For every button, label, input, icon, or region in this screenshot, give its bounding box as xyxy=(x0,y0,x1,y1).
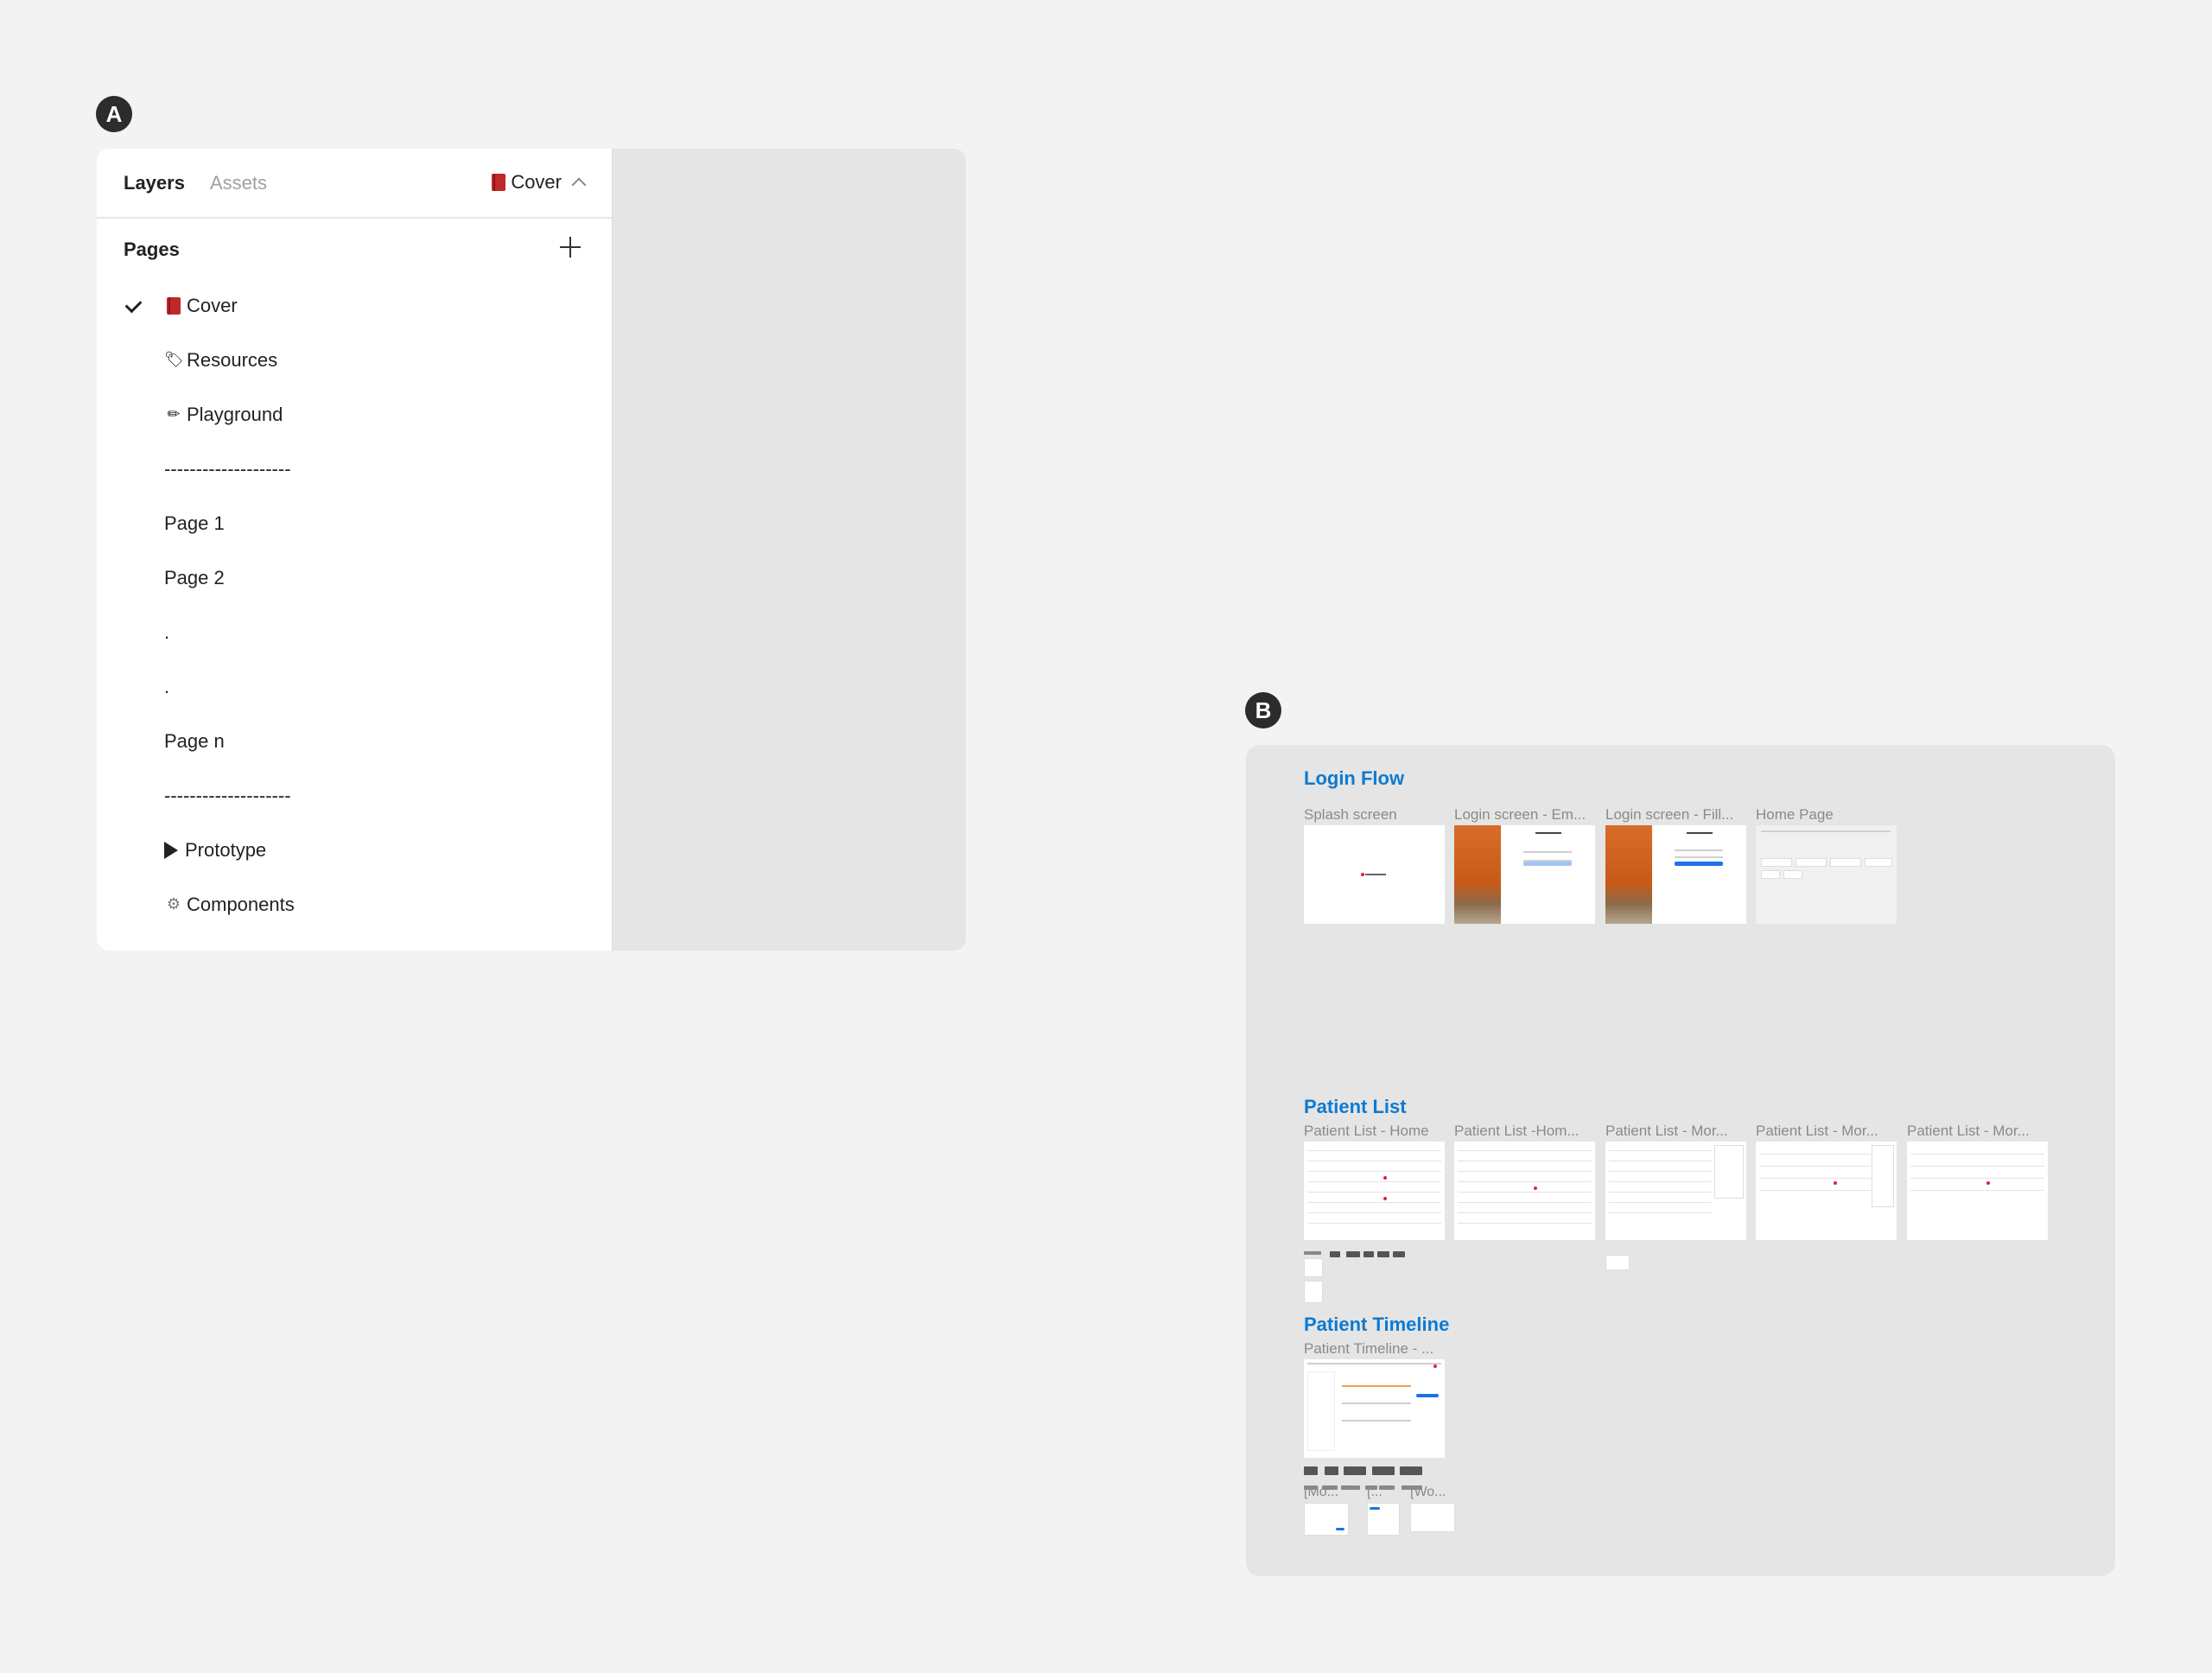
page-label: Page n xyxy=(164,729,225,752)
page-label: Page 1 xyxy=(164,512,225,534)
section-title-patient-list[interactable]: Patient List xyxy=(1304,1096,1407,1118)
page-item-dot[interactable]: . xyxy=(97,605,612,659)
component-chip[interactable] xyxy=(1363,1251,1374,1257)
frame-label[interactable]: Login screen - Em... xyxy=(1454,806,1594,824)
component-chip[interactable] xyxy=(1346,1251,1360,1257)
component-thumbnail[interactable] xyxy=(1304,1258,1323,1277)
frame-thumbnail[interactable] xyxy=(1454,825,1595,924)
page-label: . xyxy=(164,620,170,643)
component-thumbnail[interactable] xyxy=(1304,1503,1349,1536)
chevron-up-icon xyxy=(571,177,587,193)
page-label: -------------------- xyxy=(164,457,291,480)
page-item-divider[interactable]: -------------------- xyxy=(97,768,612,823)
page-label: Cover xyxy=(187,294,238,316)
component-thumbnail[interactable] xyxy=(1410,1503,1455,1532)
frame-label[interactable]: [Wo... xyxy=(1410,1485,1446,1500)
figma-layers-panel-preview: Layers Assets Cover Pages Cover 🏷 Resour… xyxy=(97,149,966,951)
frame-label[interactable]: Patient List - Home xyxy=(1304,1123,1444,1140)
component-chip[interactable] xyxy=(1372,1466,1395,1475)
tab-assets[interactable]: Assets xyxy=(210,172,267,194)
component-thumbnail[interactable] xyxy=(1304,1281,1323,1303)
page-item-cover[interactable]: Cover xyxy=(97,278,612,333)
page-label: Playground xyxy=(187,403,283,425)
frame-thumbnail[interactable] xyxy=(1756,1142,1897,1240)
component-thumbnail[interactable] xyxy=(1367,1503,1400,1536)
component-chip[interactable] xyxy=(1393,1251,1405,1257)
component-chip[interactable] xyxy=(1330,1251,1340,1257)
book-icon xyxy=(164,296,183,315)
page-label: -------------------- xyxy=(164,784,291,806)
component-chip[interactable] xyxy=(1400,1466,1422,1475)
book-icon xyxy=(492,174,506,191)
page-item-divider[interactable]: -------------------- xyxy=(97,442,612,496)
page-label: Prototype xyxy=(185,838,267,861)
frame-thumbnail[interactable] xyxy=(1304,1142,1445,1240)
frame-label[interactable]: Patient List - Mor... xyxy=(1756,1123,1896,1140)
frame-thumbnail[interactable] xyxy=(1304,825,1445,924)
page-item-resources[interactable]: 🏷 Resources xyxy=(97,333,612,387)
page-item-page-1[interactable]: Page 1 xyxy=(97,496,612,550)
page-label: Resources xyxy=(187,348,278,371)
page-item-page-n[interactable]: Page n xyxy=(97,714,612,768)
frame-label[interactable]: Patient List -Hom... xyxy=(1454,1123,1594,1140)
page-item-playground[interactable]: ✏ Playground xyxy=(97,387,612,442)
frame-label[interactable]: [Mo... xyxy=(1304,1485,1338,1500)
component-chip[interactable] xyxy=(1304,1251,1321,1255)
section-title-patient-timeline[interactable]: Patient Timeline xyxy=(1304,1314,1449,1336)
current-page-dropdown[interactable]: Cover xyxy=(492,171,587,194)
section-title-login-flow[interactable]: Login Flow xyxy=(1304,767,1404,790)
component-thumbnail[interactable] xyxy=(1605,1255,1630,1270)
canvas-overview: Login Flow Splash screen Login screen - … xyxy=(1246,745,2115,1576)
component-chip[interactable] xyxy=(1304,1466,1318,1475)
pages-list: Cover 🏷 Resources ✏ Playground ---------… xyxy=(97,278,612,932)
page-item-page-2[interactable]: Page 2 xyxy=(97,550,612,605)
frame-label[interactable]: Patient Timeline - ... xyxy=(1304,1340,1444,1358)
pages-heading: Pages xyxy=(124,239,180,260)
frame-thumbnail[interactable] xyxy=(1304,1359,1445,1458)
section-b-badge: B xyxy=(1245,692,1281,728)
frame-label[interactable]: [... xyxy=(1367,1485,1382,1500)
frame-thumbnail[interactable] xyxy=(1605,1142,1746,1240)
tab-layers[interactable]: Layers xyxy=(124,172,185,194)
frame-thumbnail[interactable] xyxy=(1605,825,1746,924)
component-chip[interactable] xyxy=(1377,1251,1389,1257)
page-label: Components xyxy=(187,893,295,915)
frame-label[interactable]: Splash screen xyxy=(1304,806,1442,824)
frame-thumbnail[interactable] xyxy=(1756,825,1897,924)
component-chip[interactable] xyxy=(1344,1466,1366,1475)
component-chip[interactable] xyxy=(1325,1466,1338,1475)
frame-thumbnail[interactable] xyxy=(1454,1142,1595,1240)
frame-label[interactable]: Login screen - Fill... xyxy=(1605,806,1745,824)
tag-icon: 🏷 xyxy=(164,351,184,369)
frame-label[interactable]: Patient List - Mor... xyxy=(1907,1123,2047,1140)
section-a-badge: A xyxy=(96,96,132,132)
frame-label[interactable]: Patient List - Mor... xyxy=(1605,1123,1745,1140)
checkmark-icon xyxy=(124,296,143,314)
page-label: Page 2 xyxy=(164,566,225,588)
play-triangle-icon xyxy=(164,841,178,859)
current-page-label: Cover xyxy=(511,171,562,193)
frame-label[interactable]: Home Page xyxy=(1756,806,1896,824)
pencil-icon: ✏ xyxy=(167,405,181,423)
frame-thumbnail[interactable] xyxy=(1907,1142,2048,1240)
component-chip[interactable] xyxy=(1341,1485,1360,1490)
gear-icon: ⚙ xyxy=(166,895,181,913)
layers-sidebar: Layers Assets Cover Pages Cover 🏷 Resour… xyxy=(97,149,613,951)
page-label: . xyxy=(164,675,170,697)
page-item-prototype[interactable]: Prototype xyxy=(97,823,612,877)
sidebar-header: Layers Assets Cover xyxy=(97,149,612,219)
page-item-components[interactable]: ⚙ Components xyxy=(97,877,612,932)
page-item-dot[interactable]: . xyxy=(97,659,612,714)
add-page-icon[interactable] xyxy=(558,235,582,259)
